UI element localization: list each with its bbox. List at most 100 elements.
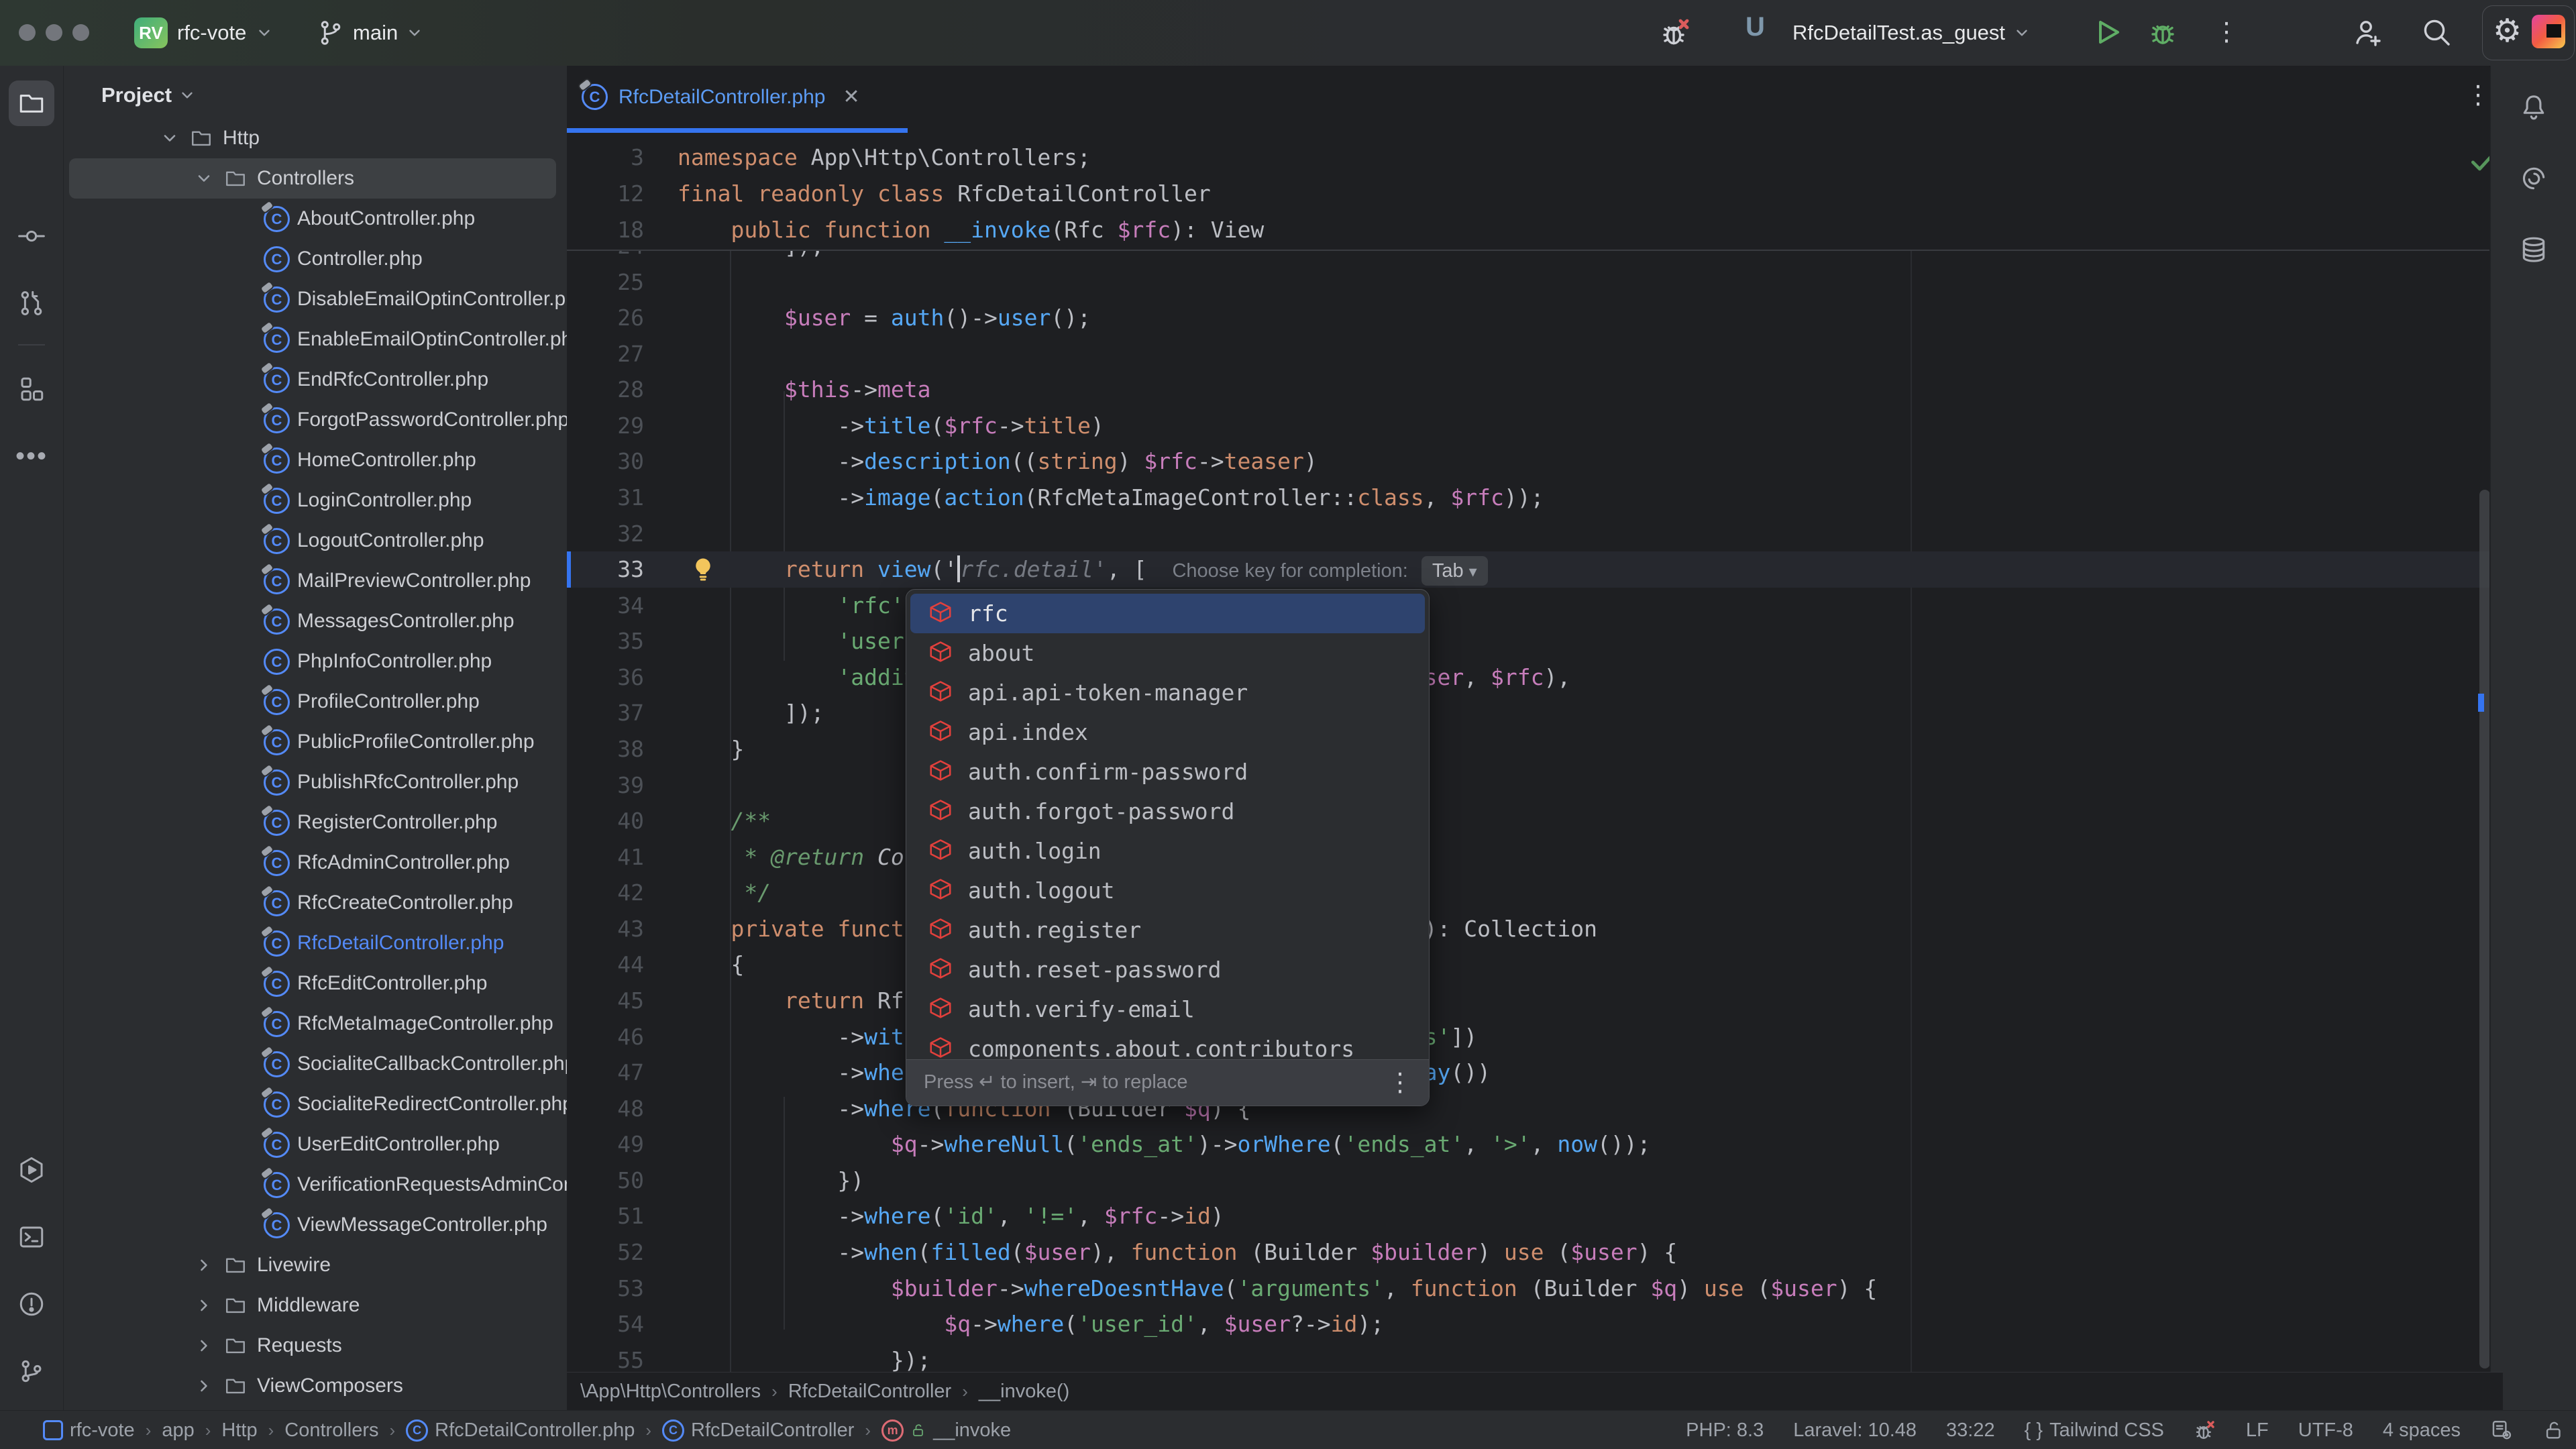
status-php-version[interactable]: PHP: 8.3 xyxy=(1686,1419,1764,1442)
completion-item-auth-reset-password[interactable]: auth.reset-password xyxy=(910,950,1425,989)
tree-item-homecontroller-php[interactable]: CHomeController.php xyxy=(69,440,556,480)
completion-item-about[interactable]: about xyxy=(910,633,1425,673)
window-zoom-button[interactable] xyxy=(72,24,89,41)
editor-area[interactable]: C RfcDetailController.php ✕ ⋮ 24 ]);2526… xyxy=(567,66,2489,1372)
completion-item-auth-login[interactable]: auth.login xyxy=(910,831,1425,871)
status-encoding[interactable]: UTF-8 xyxy=(2298,1419,2353,1442)
tree-item-viewcomposers[interactable]: ViewComposers xyxy=(69,1366,556,1406)
close-icon[interactable]: ✕ xyxy=(843,85,859,109)
tree-item-rfcadmincontroller-php[interactable]: CRfcAdminController.php xyxy=(69,843,556,883)
status-laravel-version[interactable]: Laravel: 10.48 xyxy=(1793,1419,1917,1442)
sidebar-item-services[interactable] xyxy=(9,1147,54,1193)
tree-item-phpinfocontroller-php[interactable]: CPhpInfoController.php xyxy=(69,641,556,682)
tree-item-endrfccontroller-php[interactable]: CEndRfcController.php xyxy=(69,360,556,400)
tree-item-forgotpasswordcontroller-php[interactable]: CForgotPasswordController.php xyxy=(69,400,556,440)
completion-item-auth-confirm-password[interactable]: auth.confirm-password xyxy=(910,752,1425,792)
debug-button[interactable] xyxy=(2147,16,2179,48)
sidebar-item-problems[interactable] xyxy=(9,1281,54,1327)
tree-item-mailpreviewcontroller-php[interactable]: CMailPreviewController.php xyxy=(69,561,556,601)
status-ai-status[interactable] xyxy=(2490,1419,2513,1442)
status-caret-position[interactable]: 33:22 xyxy=(1946,1419,1995,1442)
tree-item-livewire[interactable]: Livewire xyxy=(69,1245,556,1285)
completion-item-auth-forgot-password[interactable]: auth.forgot-password xyxy=(910,792,1425,831)
status-indent[interactable]: 4 spaces xyxy=(2383,1419,2461,1442)
editor-scrollbar[interactable] xyxy=(2479,490,2489,1368)
tree-item-requests[interactable]: Requests xyxy=(69,1326,556,1366)
tree-item-verificationrequestsadmincontroller-php[interactable]: CVerificationRequestsAdminController.php xyxy=(69,1165,556,1205)
run-button[interactable] xyxy=(2092,16,2124,48)
branch-widget[interactable]: main xyxy=(317,0,423,66)
breadcrumb-rfcdetailcontroller[interactable]: RfcDetailController xyxy=(788,1381,951,1403)
tree-item-http[interactable]: Http xyxy=(69,118,556,158)
status-crumb-controllers[interactable]: Controllers xyxy=(284,1419,378,1442)
breadcrumb-app-http-controllers[interactable]: \App\Http\Controllers xyxy=(580,1381,761,1403)
sticky-line-18[interactable]: 18 public function __invoke(Rfc $rfc): V… xyxy=(567,212,2489,248)
sidebar-item-pull-requests[interactable] xyxy=(9,280,54,326)
completion-item-api-index[interactable]: api.index xyxy=(910,712,1425,752)
status-mute-breakpoints[interactable] xyxy=(2194,1419,2216,1442)
code-with-me-icon[interactable] xyxy=(2352,16,2384,48)
tree-item-rfcdetailcontroller-php[interactable]: CRfcDetailController.php xyxy=(69,923,556,963)
tree-item-usereditcontroller-php[interactable]: CUserEditController.php xyxy=(69,1124,556,1165)
sidebar-item-notifications[interactable] xyxy=(2511,85,2557,130)
status-line-separator[interactable]: LF xyxy=(2246,1419,2269,1442)
test-failed-icon[interactable] xyxy=(1660,16,1692,48)
tree-item-disableemailoptincontroller-php[interactable]: CDisableEmailOptinController.php xyxy=(69,279,556,319)
sidebar-item-database[interactable] xyxy=(2511,227,2557,272)
sticky-line-3[interactable]: 3namespace App\Http\Controllers; xyxy=(567,140,2489,176)
status-crumb-invoke[interactable]: m__invoke xyxy=(881,1419,1011,1442)
search-everywhere-icon[interactable] xyxy=(2420,16,2453,48)
tab-options-kebab[interactable]: ⋮ xyxy=(2465,82,2489,107)
tree-item-middleware[interactable]: Middleware xyxy=(69,1285,556,1326)
tree-item-controller-php[interactable]: CController.php xyxy=(69,239,556,279)
tree-item-rfcmetaimagecontroller-php[interactable]: CRfcMetaImageController.php xyxy=(69,1004,556,1044)
sidebar-item-commit[interactable] xyxy=(9,213,54,259)
tree-item-rfccreatecontroller-php[interactable]: CRfcCreateController.php xyxy=(69,883,556,923)
sidebar-item-terminal[interactable] xyxy=(9,1214,54,1260)
tree-item-viewmessagecontroller-php[interactable]: CViewMessageController.php xyxy=(69,1205,556,1245)
tree-item-controllers[interactable]: Controllers xyxy=(69,158,556,199)
tree-item-publishrfccontroller-php[interactable]: CPublishRfcController.php xyxy=(69,762,556,802)
editor-tab[interactable]: C RfcDetailController.php ✕ xyxy=(572,66,869,128)
more-actions-kebab[interactable]: ⋮ xyxy=(2214,19,2246,51)
tree-item-socialiteredirectcontroller-php[interactable]: CSocialiteRedirectController.php xyxy=(69,1084,556,1124)
completion-item-auth-logout[interactable]: auth.logout xyxy=(910,871,1425,910)
sidebar-item-project[interactable] xyxy=(9,80,54,126)
tree-item-aboutcontroller-php[interactable]: CAboutController.php xyxy=(69,199,556,239)
project-panel-header[interactable]: Project xyxy=(101,83,196,107)
tree-item-registercontroller-php[interactable]: CRegisterController.php xyxy=(69,802,556,843)
window-minimize-button[interactable] xyxy=(46,24,62,41)
status-crumb-rfcdetailcontroller[interactable]: CRfcDetailController xyxy=(662,1419,854,1442)
completion-options-kebab[interactable]: ⋮ xyxy=(1387,1069,1413,1095)
status-file-lock[interactable] xyxy=(2542,1419,2565,1442)
status-tailwind[interactable]: { }Tailwind CSS xyxy=(2025,1419,2164,1442)
completion-item-auth-verify-email[interactable]: auth.verify-email xyxy=(910,989,1425,1029)
sticky-line-12[interactable]: 12final readonly class RfcDetailControll… xyxy=(567,176,2489,212)
window-close-button[interactable] xyxy=(19,24,36,41)
status-crumb-app[interactable]: app xyxy=(162,1419,194,1442)
tree-item-logoutcontroller-php[interactable]: CLogoutController.php xyxy=(69,521,556,561)
completion-item-api-api-token-manager[interactable]: api.api-token-manager xyxy=(910,673,1425,712)
completion-item-rfc[interactable]: rfc xyxy=(910,594,1425,633)
tree-item-logincontroller-php[interactable]: CLoginController.php xyxy=(69,480,556,521)
settings-gear-icon[interactable]: ⚙ xyxy=(2493,9,2522,54)
tree-item-publicprofilecontroller-php[interactable]: CPublicProfileController.php xyxy=(69,722,556,762)
tree-item-messagescontroller-php[interactable]: CMessagesController.php xyxy=(69,601,556,641)
sidebar-item-version-control[interactable] xyxy=(9,1348,54,1394)
status-crumb-rfc-vote[interactable]: rfc-vote xyxy=(43,1419,135,1442)
inspections-ok-icon[interactable] xyxy=(2468,146,2489,176)
tree-item-profilecontroller-php[interactable]: CProfileController.php xyxy=(69,682,556,722)
tree-item-socialitecallbackcontroller-php[interactable]: CSocialiteCallbackController.php xyxy=(69,1044,556,1084)
completion-hint-key[interactable]: Tab ▾ xyxy=(1421,556,1488,586)
sidebar-item-more-tool-windows[interactable]: ••• xyxy=(9,433,54,479)
completion-item-auth-register[interactable]: auth.register xyxy=(910,910,1425,950)
jetbrains-ai-icon[interactable] xyxy=(2532,15,2565,48)
tree-item-enableemailoptincontroller-php[interactable]: CEnableEmailOptinController.php xyxy=(69,319,556,360)
run-configuration-selector[interactable]: RfcDetailTest.as_guest xyxy=(1792,0,2031,66)
breadcrumb-invoke[interactable]: __invoke() xyxy=(979,1381,1069,1403)
status-crumb-http[interactable]: Http xyxy=(221,1419,257,1442)
sidebar-item-structure[interactable] xyxy=(9,366,54,412)
tree-item-rfceditcontroller-php[interactable]: CRfcEditController.php xyxy=(69,963,556,1004)
project-widget[interactable]: RV rfc-vote xyxy=(134,0,273,66)
status-crumb-rfcdetailcontroller-php[interactable]: CRfcDetailController.php xyxy=(406,1419,635,1442)
